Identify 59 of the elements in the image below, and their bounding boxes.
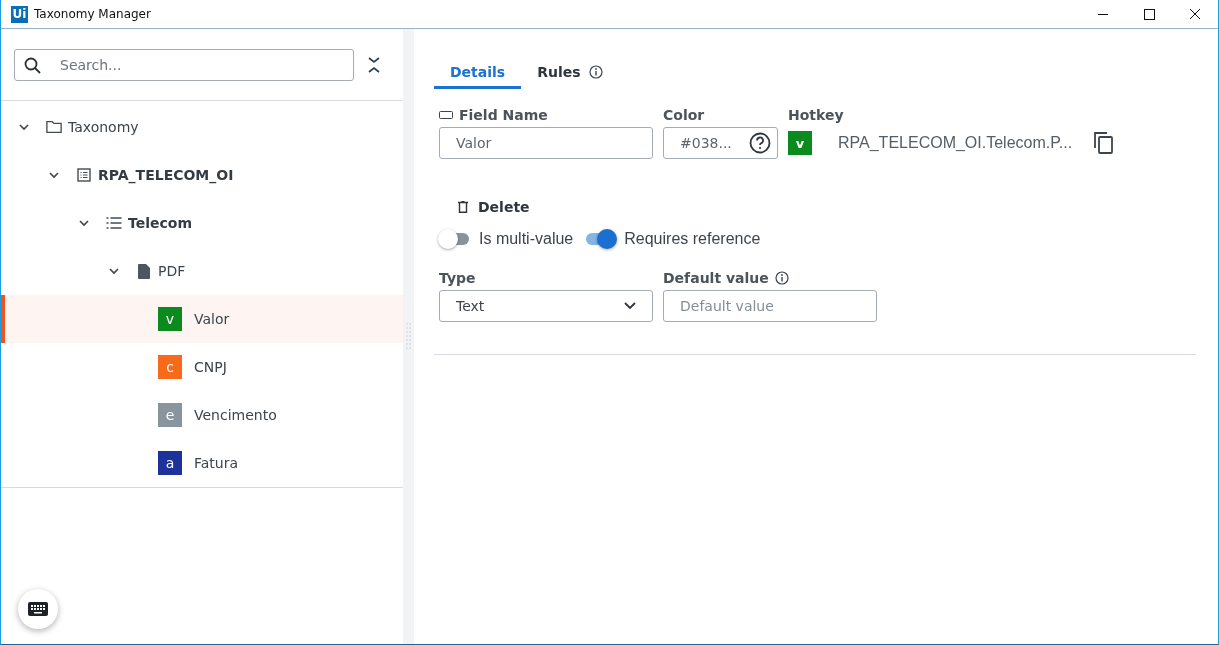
field-letter-tag: a [158, 451, 182, 475]
tree-item-label: PDF [158, 263, 186, 279]
collapse-expand-icon[interactable] [368, 56, 380, 73]
tab[interactable]: Details [434, 53, 522, 89]
tree-item[interactable]: a Fatura [1, 439, 403, 487]
keyboard-button[interactable] [18, 589, 58, 629]
tree-item[interactable]: e Vencimento [1, 391, 403, 439]
info-icon[interactable] [774, 271, 789, 285]
app-logo: Ui [11, 5, 28, 23]
chevron-down-icon[interactable] [19, 123, 29, 131]
tree-item-label: RPA_TELECOM_OI [98, 167, 234, 183]
textbox-icon [439, 111, 453, 119]
field-letter-tag: c [158, 355, 182, 379]
copy-icon[interactable] [1094, 132, 1114, 154]
tree-item-label: Vencimento [194, 407, 277, 423]
delete-button[interactable]: Delete [458, 199, 530, 215]
list-icon [106, 217, 122, 229]
splitter-handle[interactable] [403, 29, 414, 644]
tree-item-label: Fatura [194, 455, 239, 471]
tree-item[interactable]: PDF [1, 247, 403, 295]
toggle-label: Is multi-value [479, 230, 574, 248]
search-field[interactable]: Search... [14, 48, 354, 81]
trash-icon [458, 201, 468, 213]
tree-item-label: CNPJ [194, 359, 227, 375]
field-letter-tag: e [158, 403, 182, 427]
tree-item[interactable]: c CNPJ [1, 343, 403, 391]
chevron-down-icon[interactable] [109, 267, 119, 275]
color-input[interactable]: #038... [663, 127, 778, 159]
tree-item-label: Taxonomy [68, 119, 139, 135]
default-value-input[interactable]: Default value [663, 290, 877, 322]
field-label: Hotkey [788, 107, 844, 123]
field-path: RPA_TELECOM_OI.Telecom.P... [838, 134, 1073, 152]
hotkey-tag: v [788, 131, 812, 155]
toggle-label: Requires reference [624, 230, 761, 248]
folder-icon [46, 120, 62, 134]
tree-item-label: Valor [194, 311, 230, 327]
keyboard-icon [28, 602, 48, 616]
table-icon [77, 168, 91, 182]
help-icon[interactable] [749, 132, 771, 154]
field-label: Color [663, 107, 705, 123]
tree-item[interactable]: Telecom [1, 199, 403, 247]
chevron-down-icon[interactable] [49, 171, 59, 179]
file-icon [138, 263, 150, 279]
info-icon[interactable] [588, 64, 603, 79]
tree-item[interactable]: Taxonomy [1, 103, 403, 151]
search-icon [24, 56, 41, 74]
field-label: Field Name [459, 107, 548, 123]
field-letter-tag: v [158, 307, 182, 331]
tab[interactable]: Rules [521, 53, 619, 89]
type-dropdown[interactable]: Text [439, 290, 653, 322]
chevron-down-icon [624, 302, 636, 310]
field-label: Type [439, 270, 476, 286]
tree-item[interactable]: v Valor [1, 295, 403, 343]
chevron-down-icon[interactable] [79, 219, 89, 227]
field-label: Default value [663, 270, 769, 286]
field-name-input[interactable]: Valor [439, 127, 653, 159]
tree-item[interactable]: RPA_TELECOM_OI [1, 151, 403, 199]
tree-item-label: Telecom [128, 215, 192, 231]
window-title: Taxonomy Manager [34, 7, 152, 21]
